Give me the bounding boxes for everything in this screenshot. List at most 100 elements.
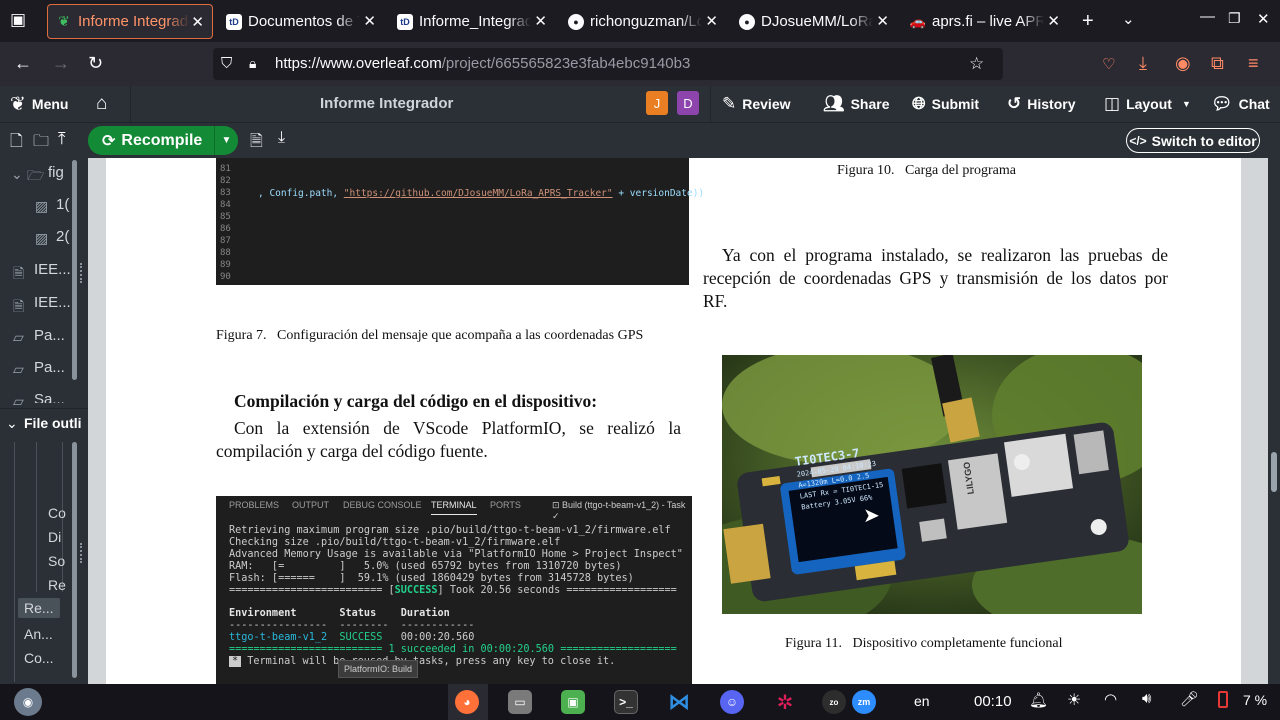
- hamburger-menu-icon[interactable]: ≡: [1248, 53, 1259, 74]
- keyboard-language[interactable]: en: [914, 693, 930, 709]
- download-pdf-icon[interactable]: ⤓: [278, 129, 285, 147]
- recompile-options-caret[interactable]: ▼: [214, 126, 238, 155]
- new-folder-icon[interactable]: 🗀: [33, 130, 49, 157]
- back-icon[interactable]: ←: [14, 53, 32, 74]
- tab-informe-tectd[interactable]: tD Informe_Integrador ✕: [389, 4, 555, 39]
- outline-item[interactable]: Di: [48, 529, 61, 545]
- outline-scrollbar[interactable]: [72, 442, 77, 678]
- outline-item[interactable]: Co...: [24, 650, 54, 666]
- pdf-preview[interactable]: 81 82 83 84 85 86 87 88 89 90 , Config.p…: [88, 158, 1268, 684]
- sidebar-scrollbar[interactable]: [72, 160, 77, 380]
- terminal-task-label: ⊡ Build (ttgo-t-beam-v1_2) - Task ✓: [552, 500, 686, 521]
- chevron-down-icon[interactable]: ⌄: [11, 166, 23, 183]
- account-icon[interactable]: ◉: [1175, 53, 1191, 74]
- home-button[interactable]: ⌂: [96, 86, 107, 122]
- resize-handle[interactable]: [80, 263, 84, 283]
- brightness-icon[interactable]: ☀: [1067, 690, 1081, 710]
- new-tab-icon[interactable]: +: [1082, 10, 1094, 33]
- zoom-meeting-icon[interactable]: zm: [852, 690, 876, 714]
- terminal-line: Retrieving maximum program size .pio/bui…: [229, 525, 671, 536]
- url-text[interactable]: https://www.overleaf.com/project/6655658…: [275, 55, 690, 72]
- clock[interactable]: 00:10: [974, 693, 1012, 710]
- tab-github-djosuemm[interactable]: ● DJosueMM/LoRa_APRS ✕: [731, 4, 897, 39]
- close-window-icon[interactable]: ✕: [1257, 10, 1270, 28]
- files-icon[interactable]: ▭: [508, 690, 532, 714]
- close-icon[interactable]: ✕: [363, 12, 376, 30]
- tab-documentos[interactable]: tD Documentos de Tecnología ✕: [218, 4, 384, 39]
- file-tree-item[interactable]: Pa...: [34, 327, 65, 344]
- avatar-d[interactable]: D: [677, 91, 699, 115]
- minimize-icon[interactable]: —: [1200, 8, 1215, 25]
- bookmark-star-icon[interactable]: ☆: [969, 54, 984, 74]
- pdf-scrollbar[interactable]: [1268, 158, 1280, 684]
- outline-item[interactable]: Re: [48, 577, 66, 593]
- close-icon[interactable]: ✕: [705, 12, 718, 30]
- file-tree-item[interactable]: 1(: [56, 196, 69, 213]
- file-tree-item[interactable]: 2(: [56, 228, 69, 245]
- zoom-icon[interactable]: zo: [822, 690, 846, 714]
- notification-bell-icon[interactable]: 🔔︎: [1029, 691, 1048, 709]
- close-icon[interactable]: ✕: [534, 12, 547, 30]
- review-button[interactable]: ✎ Review: [722, 86, 791, 122]
- pdf-scroll-thumb[interactable]: [1271, 452, 1277, 492]
- log-file-icon[interactable]: 🗎: [250, 130, 263, 157]
- file-tree-item[interactable]: fig: [48, 164, 64, 181]
- close-icon[interactable]: ✕: [1047, 12, 1060, 30]
- outline-item[interactable]: So: [48, 553, 65, 569]
- resize-handle[interactable]: [80, 543, 84, 563]
- file-tree-item[interactable]: Pa...: [34, 359, 65, 376]
- recompile-button[interactable]: ⟳ Recompile ▼: [88, 126, 238, 155]
- tab-overview-icon[interactable]: ▣: [10, 10, 26, 30]
- file-outline-header[interactable]: ⌄ File outli: [0, 408, 88, 438]
- pocket-icon[interactable]: ♡: [1102, 55, 1115, 73]
- outline-item[interactable]: An...: [24, 626, 53, 642]
- tab-title: richonguzman/LoRa: [590, 13, 702, 30]
- chevron-down-icon[interactable]: ⌄: [1122, 10, 1135, 28]
- project-title[interactable]: Informe Integrador: [320, 95, 453, 112]
- globe-icon: 🌐︎: [912, 94, 926, 113]
- upload-icon[interactable]: ⤒: [58, 129, 66, 149]
- discord-icon[interactable]: ☺: [720, 690, 744, 714]
- vscode-icon[interactable]: ⋈: [667, 689, 691, 714]
- submit-button[interactable]: 🌐︎ Submit: [912, 86, 979, 122]
- switch-to-editor-button[interactable]: </> Switch to editor: [1126, 128, 1260, 153]
- tab-informe-integrador[interactable]: ❦ Informe Integrador ✕: [47, 4, 213, 39]
- new-file-icon[interactable]: 🗋: [10, 130, 23, 157]
- chat-button[interactable]: 💬︎ Chat: [1211, 86, 1270, 122]
- folder-icon: 🗁: [27, 167, 45, 183]
- shield-icon[interactable]: ⛉: [221, 55, 232, 72]
- device-photo: [722, 355, 1142, 614]
- download-icon[interactable]: ⤓: [1139, 53, 1147, 74]
- volume-icon[interactable]: 🔊︎: [1142, 690, 1151, 707]
- file-tree-item[interactable]: Sa...: [34, 391, 65, 403]
- maximize-icon[interactable]: ❐: [1228, 10, 1241, 27]
- reload-icon[interactable]: ↻: [88, 53, 103, 74]
- panel-tab: PORTS: [490, 500, 521, 510]
- tab-aprs-fi[interactable]: 🚗 aprs.fi – live APRS ✕: [902, 4, 1068, 39]
- launcher-avatar-icon[interactable]: ◉: [14, 688, 42, 716]
- menu-button[interactable]: ❦ Menu: [10, 86, 68, 122]
- overleaf-header: [0, 86, 1280, 122]
- outline-item-selected[interactable]: Re...: [18, 598, 60, 618]
- history-button[interactable]: ↺ History: [1007, 86, 1075, 122]
- file-tree-item[interactable]: IEE...: [34, 261, 71, 278]
- firefox-icon[interactable]: ◕: [455, 690, 479, 714]
- wifi-icon[interactable]: ◠: [1104, 690, 1117, 708]
- terminal-app-icon[interactable]: >_: [614, 690, 638, 714]
- close-icon[interactable]: ✕: [876, 12, 889, 30]
- file-tree-item[interactable]: IEE...: [34, 294, 71, 311]
- tab-github-richonguzman[interactable]: ● richonguzman/LoRa ✕: [560, 4, 726, 39]
- slack-icon[interactable]: ✲: [773, 690, 797, 714]
- outline-item[interactable]: Co: [48, 505, 66, 521]
- layout-button[interactable]: ◫ Layout ▼: [1104, 86, 1191, 122]
- avatar-j[interactable]: J: [646, 91, 668, 115]
- microphone-icon[interactable]: 🎤︎: [1180, 690, 1199, 708]
- battery-low-icon[interactable]: [1218, 691, 1228, 708]
- share-button[interactable]: 👥︎ Share: [823, 86, 890, 122]
- remote-desktop-icon[interactable]: ▣: [561, 690, 585, 714]
- device-photo-figure: TI0TEC3-7 2024-05-29 04:10:23 A=1320m L=…: [722, 355, 1142, 614]
- extensions-icon[interactable]: ⧉: [1211, 53, 1224, 74]
- close-icon[interactable]: ✕: [191, 13, 204, 31]
- forward-icon[interactable]: →: [52, 53, 70, 74]
- terminal-line: ========================= [SUCCESS] Took…: [229, 585, 677, 596]
